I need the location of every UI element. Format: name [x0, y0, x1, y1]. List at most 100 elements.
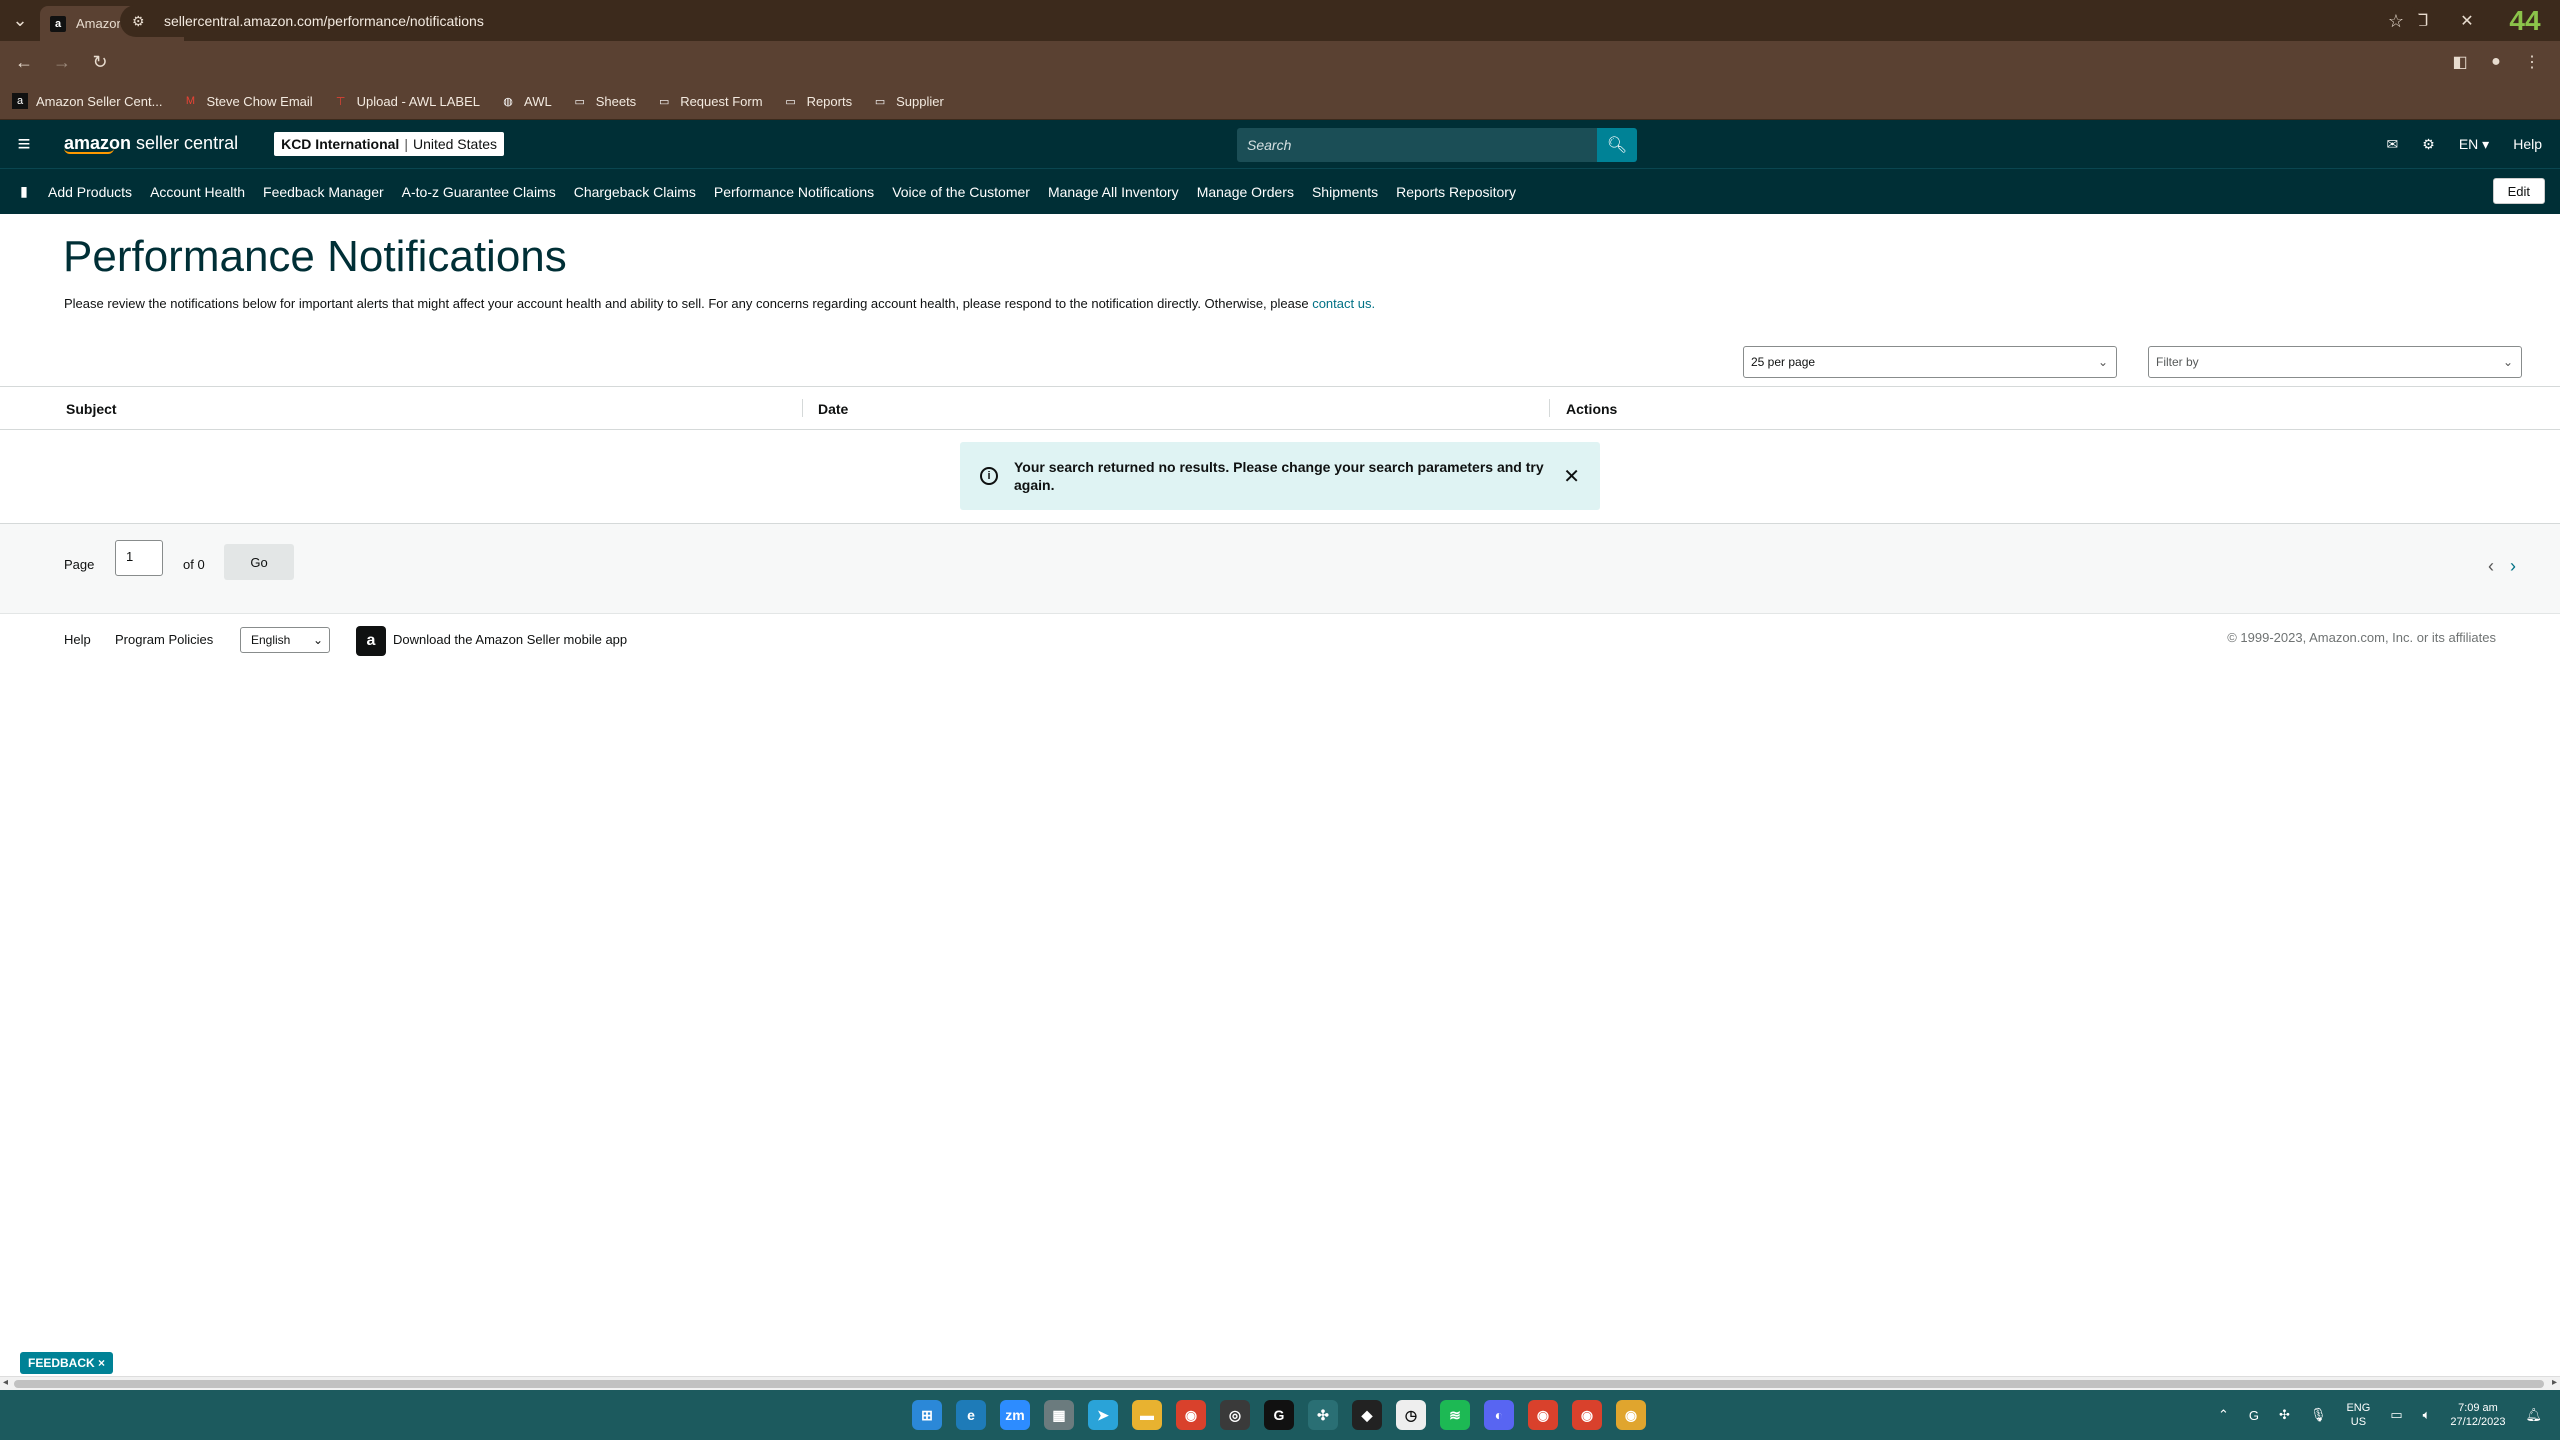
column-subject[interactable]: Subject	[66, 401, 117, 417]
nav-link-feedback-manager[interactable]: Feedback Manager	[263, 184, 384, 200]
chevron-down-icon: ⌄	[2502, 355, 2513, 369]
chrome-profile-icon[interactable]: ◉	[1528, 1400, 1558, 1430]
spotify-icon[interactable]: ≋	[1440, 1400, 1470, 1430]
tray-g-icon[interactable]: G	[2249, 1408, 2259, 1423]
nav-link-chargeback-claims[interactable]: Chargeback Claims	[574, 184, 696, 200]
chrome-canary-icon[interactable]: ◉	[1616, 1400, 1646, 1430]
hamburger-menu-icon[interactable]: ≡	[0, 120, 48, 168]
nav-link-reports-repository[interactable]: Reports Repository	[1396, 184, 1516, 200]
steam-icon[interactable]: ◎	[1220, 1400, 1250, 1430]
header-right: ✉ ⚙ EN ▾ Help	[2363, 120, 2542, 168]
close-icon[interactable]: ✕	[1563, 464, 1580, 489]
clock[interactable]: 7:09 am 27/12/2023	[2450, 1401, 2505, 1429]
footer-help-link[interactable]: Help	[64, 632, 91, 647]
chrome-icon[interactable]: ◉	[1176, 1400, 1206, 1430]
clock-app-icon[interactable]: ◷	[1396, 1400, 1426, 1430]
overlay-counter-badge: 44	[2490, 0, 2560, 41]
nav-link-manage-all-inventory[interactable]: Manage All Inventory	[1048, 184, 1179, 200]
chevron-up-icon[interactable]: ⌃	[2218, 1407, 2229, 1423]
seller-central-logo[interactable]: amazon seller central	[64, 134, 238, 154]
site-info-icon[interactable]: ⚙	[132, 13, 152, 30]
nav-link-add-products[interactable]: Add Products	[48, 184, 132, 200]
scrollbar-thumb[interactable]	[14, 1380, 2544, 1388]
toolbar-right: ◧ ● ⋮	[2442, 41, 2550, 83]
volume-icon[interactable]: 🔈︎	[2423, 1407, 2431, 1423]
search-button[interactable]: 🔍︎	[1597, 128, 1637, 162]
bookmark-item[interactable]: a Amazon Seller Cent...	[12, 93, 162, 109]
back-icon[interactable]: ←	[10, 52, 38, 73]
side-panel-icon[interactable]: ◧	[2442, 52, 2478, 72]
per-page-select[interactable]: 25 per page ⌄	[1743, 346, 2117, 378]
column-date[interactable]: Date	[818, 401, 848, 417]
copyright: © 1999-2023, Amazon.com, Inc. or its aff…	[2227, 630, 2496, 645]
address-bar[interactable]: ⚙ sellercentral.amazon.com/performance/n…	[120, 5, 2420, 37]
close-window-icon[interactable]: ✕	[2444, 11, 2490, 31]
folder-icon: ▭	[658, 95, 670, 108]
horizontal-scrollbar[interactable]: ◂ ▸	[0, 1376, 2560, 1390]
bookmark-item[interactable]: ◍ AWL	[500, 93, 552, 109]
contact-us-link[interactable]: contact us.	[1312, 296, 1375, 311]
nav-link-shipments[interactable]: Shipments	[1312, 184, 1378, 200]
close-icon[interactable]: ×	[98, 1356, 105, 1370]
app-g-icon[interactable]: G	[1264, 1400, 1294, 1430]
bookmark-icon[interactable]: ▮	[0, 183, 48, 200]
zoom-icon[interactable]: zm	[1000, 1400, 1030, 1430]
footer-language-select[interactable]: English ⌄	[240, 627, 330, 653]
notification-bell-icon[interactable]: 🔔︎	[2525, 1407, 2542, 1423]
reload-icon[interactable]: ↻	[86, 52, 114, 73]
bookmark-item[interactable]: ▭ Request Form	[656, 93, 763, 109]
bookmark-star-icon[interactable]: ☆	[2388, 11, 2404, 32]
bookmark-item[interactable]: M Steve Chow Email	[182, 93, 313, 109]
profile-icon[interactable]: ●	[2478, 53, 2514, 71]
nav-link-performance-notifications[interactable]: Performance Notifications	[714, 184, 874, 200]
program-policies-link[interactable]: Program Policies	[115, 632, 213, 647]
nav-link-voice-of-the-customer[interactable]: Voice of the Customer	[892, 184, 1030, 200]
bookmark-item[interactable]: ▭ Sheets	[572, 93, 637, 109]
calculator-icon[interactable]: ▦	[1044, 1400, 1074, 1430]
bookmark-item[interactable]: ▭ Supplier	[872, 93, 944, 109]
chevron-right-icon[interactable]: ›	[2510, 556, 2516, 577]
folder-icon: ▭	[874, 95, 886, 108]
scroll-left-icon[interactable]: ◂	[3, 1377, 8, 1388]
file-explorer-icon[interactable]: ▬	[1132, 1400, 1162, 1430]
url-text: sellercentral.amazon.com/performance/not…	[164, 13, 484, 29]
bookmark-label: Sheets	[595, 93, 637, 109]
tab-search-icon[interactable]: ⌄	[0, 0, 40, 41]
discord-icon[interactable]: ◐	[1484, 1400, 1514, 1430]
page-description-text: Please review the notifications below fo…	[64, 296, 1313, 311]
forward-icon[interactable]: →	[48, 52, 76, 73]
help-link[interactable]: Help	[2513, 136, 2542, 152]
settings-gear-icon[interactable]: ⚙	[2422, 136, 2435, 153]
language-selector[interactable]: EN ▾	[2459, 136, 2489, 153]
mail-icon[interactable]: ✉	[2387, 136, 2399, 153]
chevron-left-icon[interactable]: ‹	[2488, 556, 2494, 577]
bookmark-item[interactable]: ▭ Reports	[783, 93, 852, 109]
nav-link-manage-orders[interactable]: Manage Orders	[1197, 184, 1294, 200]
chrome-active-icon[interactable]: ◉	[1572, 1400, 1602, 1430]
microphone-icon[interactable]: 🎙︎	[2310, 1407, 2327, 1423]
account-switcher[interactable]: KCD International | United States	[274, 132, 505, 156]
edge-icon[interactable]: e	[956, 1400, 986, 1430]
edit-nav-button[interactable]: Edit	[2492, 178, 2545, 204]
tray-network-icon[interactable]: ✣	[2279, 1407, 2290, 1423]
binance-icon[interactable]: ◆	[1352, 1400, 1382, 1430]
windows-start-icon[interactable]: ⊞	[912, 1400, 942, 1430]
display-icon[interactable]: ▭	[2390, 1407, 2402, 1423]
telegram-icon[interactable]: ➤	[1088, 1400, 1118, 1430]
menu-kebab-icon[interactable]: ⋮	[2514, 52, 2550, 72]
go-button[interactable]: Go	[224, 544, 294, 580]
nav-link-account-health[interactable]: Account Health	[150, 184, 245, 200]
download-app-link[interactable]: Download the Amazon Seller mobile app	[393, 632, 627, 647]
filter-select[interactable]: Filter by ⌄	[2148, 346, 2522, 378]
nav-link-a-to-z-guarantee-claims[interactable]: A-to-z Guarantee Claims	[402, 184, 556, 200]
network-app-icon[interactable]: ✣	[1308, 1400, 1338, 1430]
page-number-input[interactable]: 1	[115, 540, 163, 576]
search-input[interactable]: Search	[1237, 128, 1597, 162]
scroll-right-icon[interactable]: ▸	[2552, 1377, 2557, 1388]
brand-seller-central: seller central	[131, 133, 239, 153]
filter-placeholder: Filter by	[2156, 355, 2199, 369]
bookmark-item[interactable]: ⊤ Upload - AWL LABEL	[333, 93, 480, 109]
feedback-button[interactable]: FEEDBACK ×	[20, 1352, 114, 1374]
awl-icon: ⊤	[335, 95, 346, 108]
input-language[interactable]: ENG US	[2346, 1401, 2370, 1429]
